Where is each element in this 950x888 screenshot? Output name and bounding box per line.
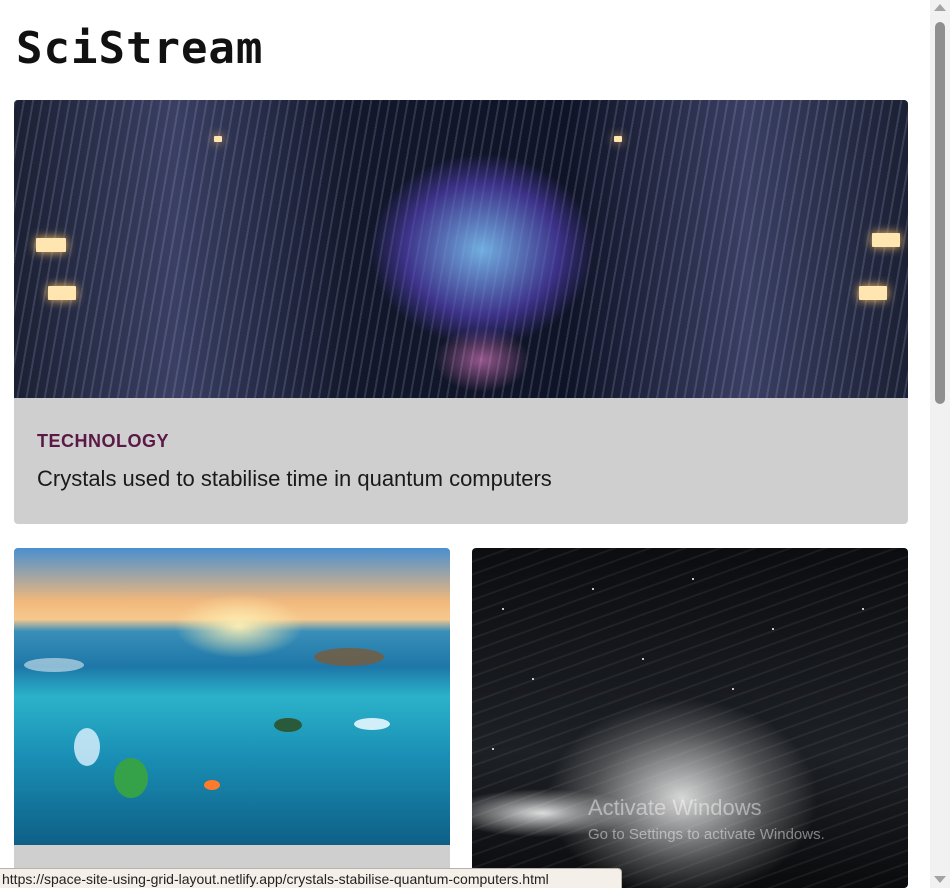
- site-title[interactable]: SciStream: [16, 24, 263, 74]
- article-headline[interactable]: Crystals used to stabilise time in quant…: [37, 466, 552, 492]
- article-category: TECHNOLOGY: [37, 431, 170, 451]
- windows-activation-watermark: Activate Windows Go to Settings to activ…: [588, 795, 825, 845]
- scroll-thumb[interactable]: [935, 22, 945, 404]
- status-bar-url: https://space-site-using-grid-layout.net…: [2, 871, 549, 887]
- scroll-down-arrow-icon[interactable]: [934, 876, 946, 883]
- article-card-ocean[interactable]: [14, 548, 450, 888]
- featured-article-image[interactable]: [14, 100, 908, 398]
- vertical-scrollbar[interactable]: [930, 0, 950, 888]
- scroll-up-arrow-icon[interactable]: [934, 4, 946, 11]
- ocean-article-image[interactable]: [14, 548, 450, 845]
- watermark-subtitle: Go to Settings to activate Windows.: [588, 826, 825, 843]
- featured-article-card[interactable]: TECHNOLOGY Crystals used to stabilise ti…: [14, 100, 908, 524]
- page: SciStream TECHNOLOGY Crystals used to st…: [0, 0, 930, 888]
- status-bar-link-preview: https://space-site-using-grid-layout.net…: [0, 868, 622, 888]
- watermark-title: Activate Windows: [588, 795, 762, 820]
